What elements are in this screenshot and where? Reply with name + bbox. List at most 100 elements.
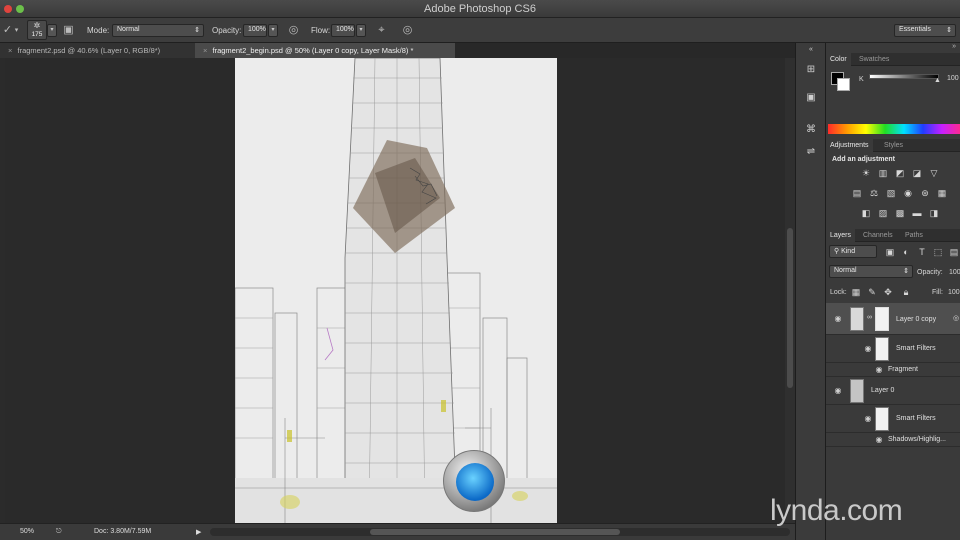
tab-label: fragment2.psd @ 40.6% (Layer 0, RGB/8*) — [17, 46, 161, 55]
brush-presets-icon[interactable]: ⇌ — [804, 145, 818, 159]
scroll-thumb[interactable] — [370, 529, 620, 535]
background-color-swatch[interactable] — [837, 78, 850, 91]
k-value[interactable]: 100 — [947, 75, 959, 82]
flow-field[interactable]: 100% — [331, 24, 355, 37]
visibility-eye-icon[interactable]: ◉ — [833, 387, 843, 395]
chain-link-icon[interactable]: ∞ — [867, 314, 872, 321]
lock-transparent-icon[interactable]: ▦ — [850, 287, 862, 298]
color-balance-icon[interactable]: ⚖ — [868, 188, 880, 199]
smart-filters-row[interactable]: ◉ Smart Filters — [826, 405, 960, 433]
zoom-level[interactable]: 50% — [20, 528, 34, 535]
layer-row-layer-0-copy[interactable]: ◉ ∞ Layer 0 copy ◎ — [826, 303, 960, 335]
airbrush-icon[interactable]: ⌖ — [374, 23, 389, 38]
layer-mask-thumbnail[interactable] — [875, 307, 889, 331]
levels-icon[interactable]: ▥ — [877, 168, 889, 179]
status-menu-icon[interactable]: ⎋ — [56, 528, 62, 536]
posterize-icon[interactable]: ▨ — [877, 208, 889, 219]
tab-paths[interactable]: Paths — [901, 229, 927, 242]
filter-row-fragment[interactable]: ◉ Fragment — [826, 363, 960, 377]
k-slider[interactable] — [869, 74, 939, 79]
smart-filters-label: Smart Filters — [896, 345, 936, 352]
invert-icon[interactable]: ◧ — [860, 208, 872, 219]
pressure-opacity-icon[interactable]: ◎ — [286, 23, 301, 38]
slider-handle-icon[interactable]: ▲ — [934, 77, 941, 84]
layer-filter-kind[interactable]: ⚲ Kind — [829, 245, 877, 258]
layer-name[interactable]: Layer 0 — [871, 387, 894, 394]
color-spectrum-bar[interactable] — [828, 124, 960, 134]
filter-adjustment-icon[interactable]: ◐ — [900, 247, 912, 258]
history-icon[interactable]: ⊞ — [804, 63, 818, 77]
fill-value[interactable]: 100 — [948, 289, 960, 296]
lock-label: Lock: — [830, 289, 847, 296]
layer-row-layer-0[interactable]: ◉ Layer 0 — [826, 377, 960, 405]
tab-styles[interactable]: Styles — [880, 139, 907, 152]
tab-channels[interactable]: Channels — [859, 229, 897, 242]
curves-icon[interactable]: ◩ — [894, 168, 906, 179]
flow-label: Flow: — [311, 26, 331, 35]
opacity-dropdown[interactable]: ▾ — [268, 24, 278, 37]
canvas-area[interactable] — [5, 58, 785, 523]
color-lookup-icon[interactable]: ▦ — [936, 188, 948, 199]
fill-label: Fill: — [932, 289, 943, 296]
channel-mixer-icon[interactable]: ⊛ — [919, 188, 931, 199]
tab-fragment2-begin[interactable]: × fragment2_begin.psd @ 50% (Layer 0 cop… — [195, 43, 455, 58]
filter-pixel-icon[interactable]: ▣ — [884, 247, 896, 258]
tool-preset-dropdown-icon[interactable]: ▾ — [9, 23, 24, 38]
blend-mode-select[interactable]: Normal ⇕ — [829, 265, 913, 278]
smart-filter-mask-thumbnail[interactable] — [875, 337, 889, 361]
photo-filter-icon[interactable]: ◉ — [902, 188, 914, 199]
collapse-arrow-icon[interactable]: « — [804, 43, 818, 57]
visibility-eye-icon[interactable]: ◉ — [863, 415, 873, 423]
document-image[interactable] — [235, 58, 557, 523]
scroll-thumb[interactable] — [787, 228, 793, 388]
lock-image-icon[interactable]: ✎ — [866, 287, 878, 298]
tab-color[interactable]: Color — [826, 53, 851, 66]
filter-type-icon[interactable]: T — [916, 247, 928, 258]
visibility-eye-icon[interactable]: ◉ — [874, 436, 884, 444]
actions-icon[interactable]: ▣ — [804, 91, 818, 105]
vertical-scrollbar[interactable] — [785, 58, 795, 523]
filter-row-shadows-highlights[interactable]: ◉ Shadows/Highlig... — [826, 433, 960, 447]
vibrance-icon[interactable]: ▽ — [928, 168, 940, 179]
gradient-map-icon[interactable]: ▬ — [911, 208, 923, 219]
selective-color-icon[interactable]: ◨ — [928, 208, 940, 219]
exposure-icon[interactable]: ◪ — [911, 168, 923, 179]
brush-size-picker[interactable]: ✲ 175 — [27, 20, 47, 40]
workspace-switcher[interactable]: Essentials ⇕ — [894, 24, 956, 37]
close-tab-icon[interactable]: × — [8, 46, 12, 55]
pressure-size-icon[interactable]: ◎ — [400, 23, 415, 38]
flow-dropdown[interactable]: ▾ — [356, 24, 366, 37]
mode-select[interactable]: Normal ⇕ — [112, 24, 204, 37]
visibility-eye-icon[interactable]: ◉ — [874, 366, 884, 374]
lynda-watermark: lynda.com — [770, 494, 903, 527]
filter-shape-icon[interactable]: ⬚ — [932, 247, 944, 258]
lock-position-icon[interactable]: ✥ — [882, 287, 894, 298]
brush-panel-toggle-icon[interactable]: ▣ — [61, 23, 76, 38]
layers-panel-tabs: Layers Channels Paths — [826, 229, 960, 242]
tab-adjustments[interactable]: Adjustments — [826, 139, 873, 152]
opacity-field[interactable]: 100% — [243, 24, 267, 37]
brush-picker-dropdown[interactable]: ▾ — [47, 24, 57, 37]
visibility-eye-icon[interactable]: ◉ — [863, 345, 873, 353]
smart-filters-row[interactable]: ◉ Smart Filters — [826, 335, 960, 363]
horizontal-scrollbar[interactable] — [210, 528, 790, 536]
tab-fragment2[interactable]: × fragment2.psd @ 40.6% (Layer 0, RGB/8*… — [0, 43, 195, 58]
color-panel-tabs: Color Swatches — [826, 53, 960, 66]
tab-swatches[interactable]: Swatches — [855, 53, 893, 66]
collapse-arrow-icon[interactable]: » — [952, 43, 956, 50]
layer-name[interactable]: Layer 0 copy — [896, 316, 936, 323]
tab-layers[interactable]: Layers — [826, 229, 856, 242]
threshold-icon[interactable]: ▩ — [894, 208, 906, 219]
close-tab-icon[interactable]: × — [203, 46, 207, 55]
filter-smart-object-icon[interactable]: ▤ — [948, 247, 960, 258]
visibility-eye-icon[interactable]: ◉ — [833, 315, 843, 323]
brightness-icon[interactable]: ☀ — [860, 168, 872, 179]
status-arrow-icon[interactable]: ▶ — [196, 528, 201, 536]
black-white-icon[interactable]: ▧ — [885, 188, 897, 199]
brush-panel-icon[interactable]: ⌘ — [804, 123, 818, 137]
smart-filter-mask-thumbnail[interactable] — [875, 407, 889, 431]
lock-all-icon[interactable]: 🔒︎ — [900, 287, 912, 298]
flow-value: 100% — [336, 26, 354, 33]
layer-opacity-value[interactable]: 100 — [949, 269, 960, 276]
hue-saturation-icon[interactable]: ▤ — [851, 188, 863, 199]
